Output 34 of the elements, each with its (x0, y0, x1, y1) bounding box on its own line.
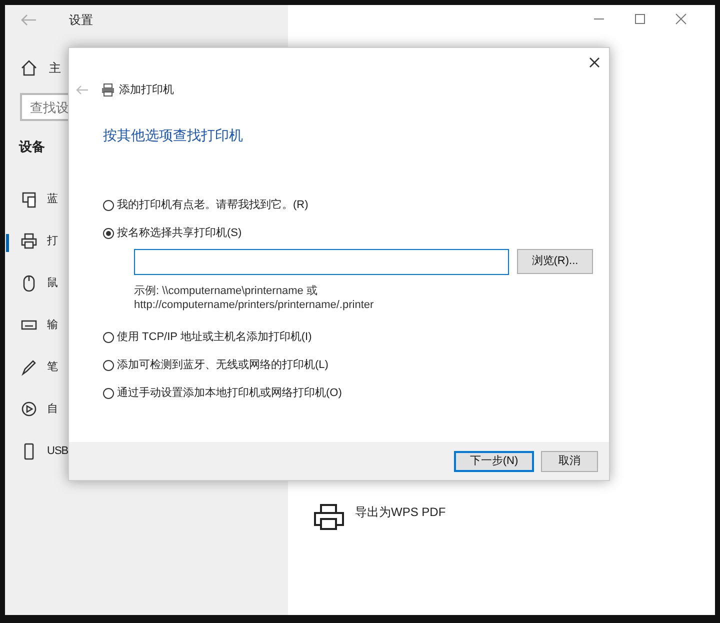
dialog-title: 添加打印机 (119, 83, 174, 98)
section-heading: 设备 (19, 139, 45, 154)
printer-name[interactable]: 导出为WPS PDF (355, 503, 446, 531)
close-icon[interactable] (589, 57, 600, 68)
sidebar-item[interactable]: 蓝 (47, 191, 58, 208)
printer-name-field[interactable] (134, 248, 509, 274)
browse-button[interactable]: 浏览(R)... (517, 248, 593, 274)
home-icon (21, 60, 37, 76)
printer-icon (21, 233, 37, 250)
sidebar-item[interactable]: 输 (47, 317, 58, 334)
dialog-button[interactable]: 下一步(N) (454, 450, 534, 472)
sidebar-item[interactable]: 主 (49, 59, 61, 77)
dialog-heading: 按其他选项查找打印机 (103, 126, 244, 144)
sidebar-item[interactable]: 打 (47, 233, 58, 250)
radio-option[interactable]: 通过手动设置添加本地打印机或网络打印机(O) (103, 380, 609, 408)
mouse-icon (21, 275, 37, 292)
radio-option[interactable]: 我的打印机有点老。请帮我找到它。(R) (103, 192, 609, 220)
devices-icon (21, 191, 37, 208)
pen-icon (21, 359, 37, 376)
example-text: 示例: \\computername\printername 或 (134, 284, 318, 298)
sidebar-item[interactable]: USB (47, 443, 68, 460)
sidebar-item[interactable]: 笔 (47, 359, 58, 376)
radio-option[interactable]: 按名称选择共享打印机(S) (103, 220, 609, 248)
printer-icon (101, 83, 115, 98)
dialog-button[interactable]: 取消 (541, 450, 598, 472)
example-text: http://computername/printers/printername/.printer (134, 298, 375, 312)
sidebar-item[interactable]: 鼠 (47, 275, 58, 292)
sidebar-item[interactable]: 自 (47, 401, 58, 418)
radio-option[interactable]: 添加可检测到蓝牙、无线或网络的打印机(L) (103, 352, 609, 380)
radio-option[interactable]: 使用 TCP/IP 地址或主机名添加打印机(I) (103, 324, 609, 352)
window-title: 设置 (69, 12, 93, 29)
autoplay-icon (21, 401, 37, 418)
printer-icon (313, 503, 345, 531)
maximize-icon[interactable] (634, 13, 646, 25)
